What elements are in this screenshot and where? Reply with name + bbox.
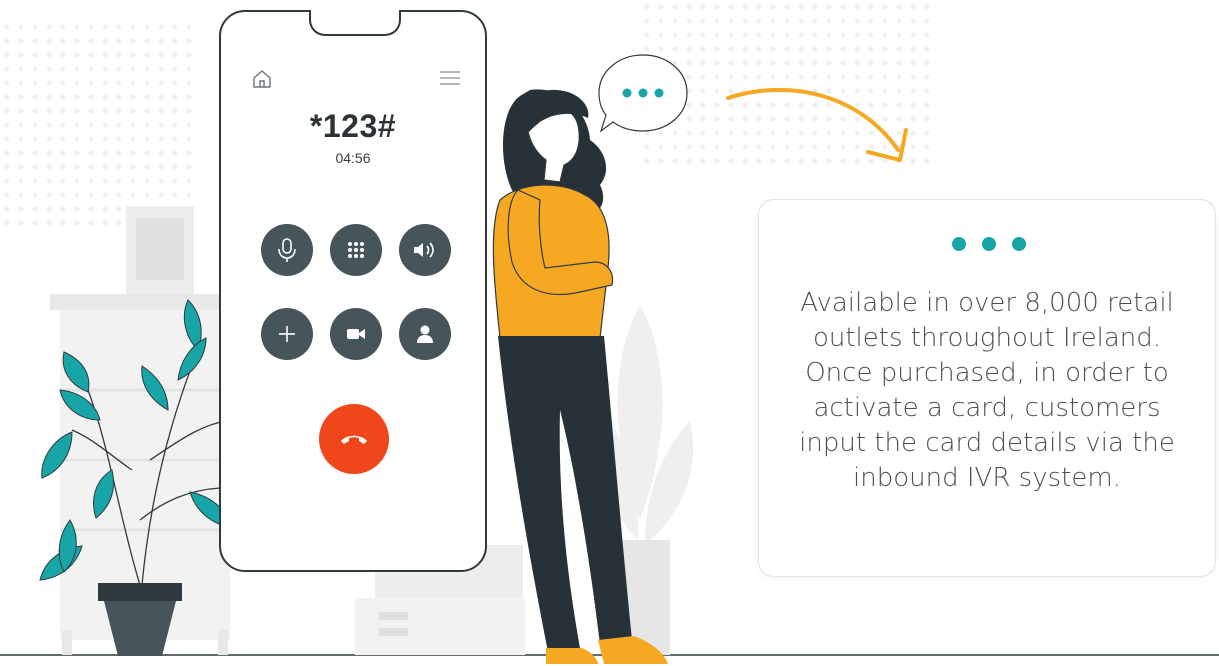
info-card: Available in over 8,000 retail outlets t… bbox=[758, 199, 1216, 577]
add-call-icon bbox=[279, 326, 295, 342]
dial-code: *123# bbox=[309, 108, 397, 144]
microphone-icon bbox=[278, 238, 296, 262]
contact-icon bbox=[417, 325, 433, 343]
call-timer: 04:56 bbox=[335, 150, 371, 166]
hang-up-icon bbox=[341, 435, 367, 444]
curved-arrow-icon bbox=[726, 87, 908, 162]
contacts-button[interactable] bbox=[399, 308, 451, 360]
menu-icon[interactable] bbox=[439, 70, 461, 86]
speaker-button[interactable] bbox=[399, 224, 451, 276]
illustration-scene: *123# 04:56 Available in over 8,000 reta… bbox=[0, 0, 1219, 666]
speaker-icon bbox=[414, 242, 434, 258]
info-text: Available in over 8,000 retail outlets t… bbox=[799, 288, 1175, 493]
keypad-icon bbox=[348, 242, 364, 258]
home-icon[interactable] bbox=[251, 68, 273, 90]
speech-bubble bbox=[598, 54, 688, 133]
phone-mockup: *123# 04:56 bbox=[219, 10, 487, 572]
video-call-button[interactable] bbox=[330, 308, 382, 360]
mute-button[interactable] bbox=[261, 224, 313, 276]
end-call-button[interactable] bbox=[319, 404, 389, 474]
video-icon bbox=[347, 329, 365, 339]
phone-notch bbox=[309, 10, 401, 36]
keypad-button[interactable] bbox=[330, 224, 382, 276]
add-call-button[interactable] bbox=[261, 308, 313, 360]
ellipsis-icon bbox=[952, 237, 1026, 251]
typing-dots-icon bbox=[622, 88, 664, 98]
picture-frame bbox=[126, 206, 194, 294]
